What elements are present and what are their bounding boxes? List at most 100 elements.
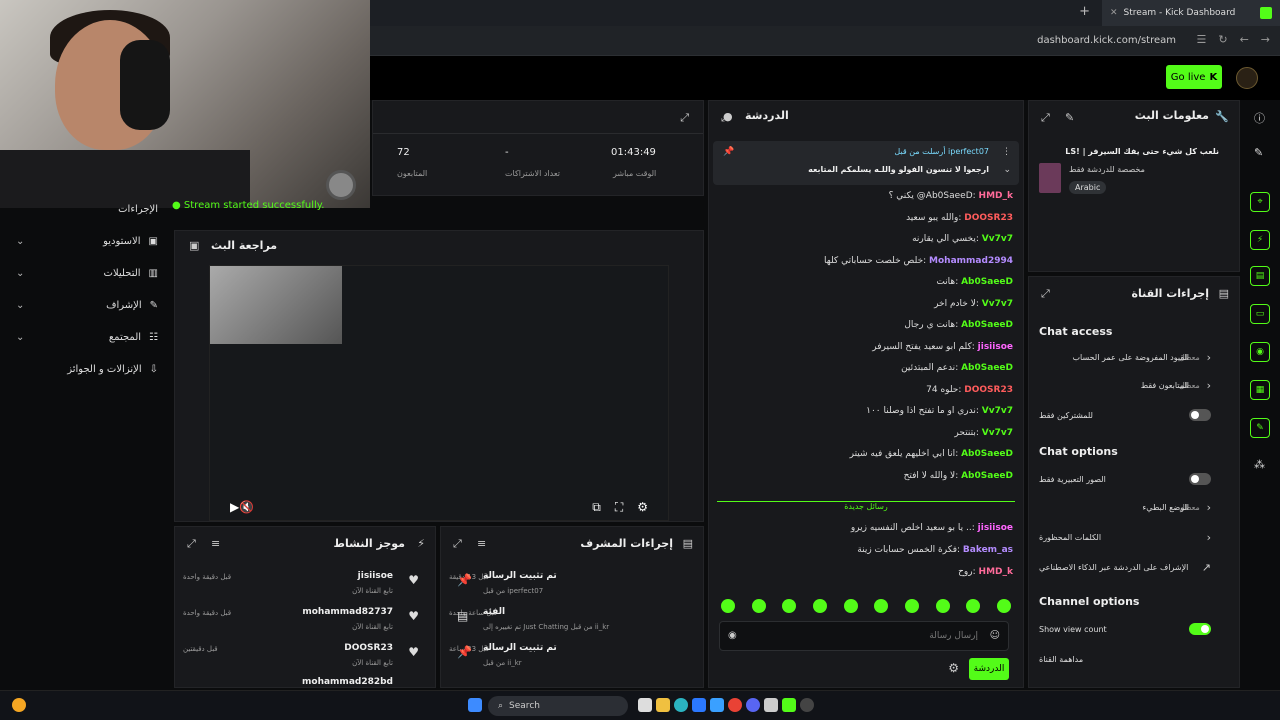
chat-username[interactable]: HMD_k [979,567,1013,577]
tune-icon[interactable]: ☰ [1196,33,1206,46]
chat-username[interactable]: Ab0SaeeD [961,471,1013,481]
sidebar-item-actions[interactable]: الإجراءات [118,204,158,215]
sidebar-item-moderation[interactable]: الإشراف ✎ [106,300,158,311]
task-view-icon[interactable] [638,698,652,712]
discord-icon[interactable] [746,698,760,712]
edit-icon[interactable]: ✎ [1065,111,1074,124]
emote-icon[interactable] [812,599,827,613]
new-tab-icon[interactable]: + [1079,4,1090,19]
emote-icon[interactable] [966,599,981,613]
expand-icon[interactable]: ⤢ [187,537,196,551]
pencil-icon[interactable]: ✎ [1254,146,1263,159]
chat-username[interactable]: Bakem_as [963,545,1013,555]
chevron-down-icon[interactable]: ⌄ [1003,165,1011,175]
chat-username[interactable]: Vv7v7 [982,299,1013,309]
settings-dot-icon[interactable]: ◉ [728,630,737,641]
activity-name[interactable]: DOOSR23 [344,643,393,653]
banned-words-row[interactable]: الكلمات المحظورة › [1039,531,1229,549]
back-icon[interactable]: ← [1240,33,1249,46]
show-view-count-toggle[interactable] [1189,623,1211,635]
chat-username[interactable]: Vv7v7 [982,234,1013,244]
chat-username[interactable]: Ab0SaeeD [961,449,1013,459]
chat-username[interactable]: Vv7v7 [982,406,1013,416]
sidebar-item-analytics[interactable]: التحليلات ▥ [104,268,158,279]
browser-tab[interactable]: ✕ Stream - Kick Dashboard [1102,0,1280,26]
expand-icon[interactable]: ⤢ [453,537,462,551]
emote-icon[interactable] [843,599,858,613]
chevron-right-icon[interactable]: › [1207,379,1211,392]
external-link-icon[interactable]: ↗ [1202,561,1211,574]
emote-icon[interactable] [874,599,889,613]
layout-icon[interactable]: ▦ [1250,380,1270,400]
age-restriction-row[interactable]: معطل القيود المفروضة على عمر الحساب › [1039,351,1229,369]
more-icon[interactable]: ⋮ [1002,147,1011,157]
gear-icon[interactable]: ⚙ [637,500,648,514]
raid-channel-row[interactable]: مداهمة القناة [1039,653,1229,671]
expand-icon[interactable]: ⤢ [1041,111,1050,125]
kick-app-icon[interactable] [782,698,796,712]
emote-icon[interactable] [782,599,797,613]
filter-icon[interactable]: ≡ [211,537,220,550]
emoji-icon[interactable]: ☺ [990,630,1000,641]
chevron-down-icon[interactable]: ⌄ [16,332,24,343]
chat-username[interactable]: jisiisoe [978,342,1013,352]
chevron-down-icon[interactable]: ⌄ [16,300,24,311]
close-tab-icon[interactable]: ✕ [1110,8,1118,18]
edge-icon[interactable] [674,698,688,712]
chat-username[interactable]: Ab0SaeeD [961,363,1013,373]
start-icon[interactable] [468,698,482,712]
info-icon[interactable]: ⓘ [1254,110,1265,126]
store-icon[interactable] [692,698,706,712]
forward-icon[interactable]: → [1261,33,1270,46]
stream-video[interactable]: ▶ 🔇 ⧉ ⛶ ⚙ [209,265,669,521]
chat-input[interactable]: ◉ إرسال رسالة ☺ [719,621,1009,651]
filter-icon[interactable]: ≡ [477,537,486,550]
chat-username[interactable]: jisiisoe [978,523,1013,533]
emote-icon[interactable] [935,599,950,613]
slow-mode-row[interactable]: معطل الوضع البطيء › [1039,501,1229,519]
play-icon[interactable]: ▶ [230,500,239,514]
pip-icon[interactable]: ⧉ [592,500,601,515]
document-icon[interactable]: ▤ [1250,266,1270,286]
fullscreen-icon[interactable]: ⛶ [615,500,623,515]
mail-icon[interactable] [710,698,724,712]
expand-icon[interactable]: ⤢ [1041,287,1050,301]
url-field[interactable]: dashboard.kick.com/stream [1037,35,1176,46]
chrome-icon[interactable] [728,698,742,712]
chevron-down-icon[interactable]: ⌄ [16,268,24,279]
apps-icon[interactable]: ⁂ [1254,458,1265,471]
go-live-button[interactable]: Go live K [1166,65,1222,89]
chevron-down-icon[interactable]: ⌄ [16,236,24,247]
sidebar-item-studio[interactable]: الاستوديو ▣ [103,236,158,247]
chat-username[interactable]: Ab0SaeeD [961,320,1013,330]
broadcast-icon[interactable]: ◉ [1250,342,1270,362]
followers-only-row[interactable]: معطل المتابعون فقط › [1039,379,1229,397]
sidebar-item-community[interactable]: المجتمع ☷ [109,332,158,343]
reload-icon[interactable]: ↻ [1218,33,1227,46]
chevron-right-icon[interactable]: › [1207,531,1211,544]
emote-icon[interactable] [721,599,735,613]
chat-username[interactable]: DOOSR23 [964,213,1013,223]
chat-username[interactable]: HMD_k [979,191,1013,201]
subscribers-only-toggle[interactable] [1189,409,1211,421]
lightning-icon[interactable]: ⚡ [1250,230,1270,250]
expand-icon[interactable]: ⤢ [680,111,689,125]
emote-icon[interactable] [904,599,919,613]
chat-icon[interactable]: ▭ [1250,304,1270,324]
emote-icon[interactable] [751,599,766,613]
chat-username[interactable]: DOOSR23 [964,385,1013,395]
steam-icon[interactable] [764,698,778,712]
chat-username[interactable]: Mohammad2994 [929,256,1013,266]
file-explorer-icon[interactable] [656,698,670,712]
chevron-right-icon[interactable]: › [1207,501,1211,514]
chat-username[interactable]: Ab0SaeeD [961,277,1013,287]
emote-icon[interactable] [996,599,1011,613]
mute-icon[interactable]: 🔇 [239,500,254,514]
emotes-only-toggle[interactable] [1189,473,1211,485]
activity-name[interactable]: mohammad282bd [302,677,393,687]
target-icon[interactable]: ⌖ [1250,192,1270,212]
wrench-icon[interactable]: ✎ [1250,418,1270,438]
chevron-right-icon[interactable]: › [1207,351,1211,364]
gear-icon[interactable]: ⚙ [948,661,959,675]
chat-username[interactable]: Vv7v7 [982,428,1013,438]
